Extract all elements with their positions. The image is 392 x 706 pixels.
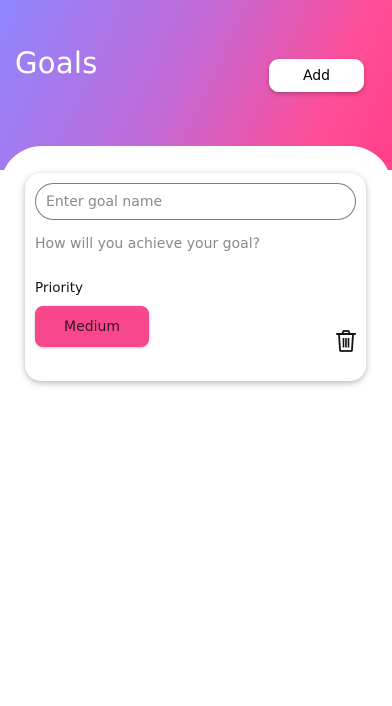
trash-icon[interactable] xyxy=(336,330,356,352)
header-gradient: Goals Add xyxy=(0,0,392,170)
priority-selector-button[interactable]: Medium xyxy=(35,306,149,347)
goal-name-input[interactable] xyxy=(35,183,356,220)
priority-label: Priority xyxy=(35,280,84,296)
add-goal-button[interactable]: Add xyxy=(269,59,364,92)
goal-method-input[interactable] xyxy=(35,232,356,256)
page-title: Goals xyxy=(15,46,98,80)
goal-card: Priority Medium xyxy=(25,173,366,381)
